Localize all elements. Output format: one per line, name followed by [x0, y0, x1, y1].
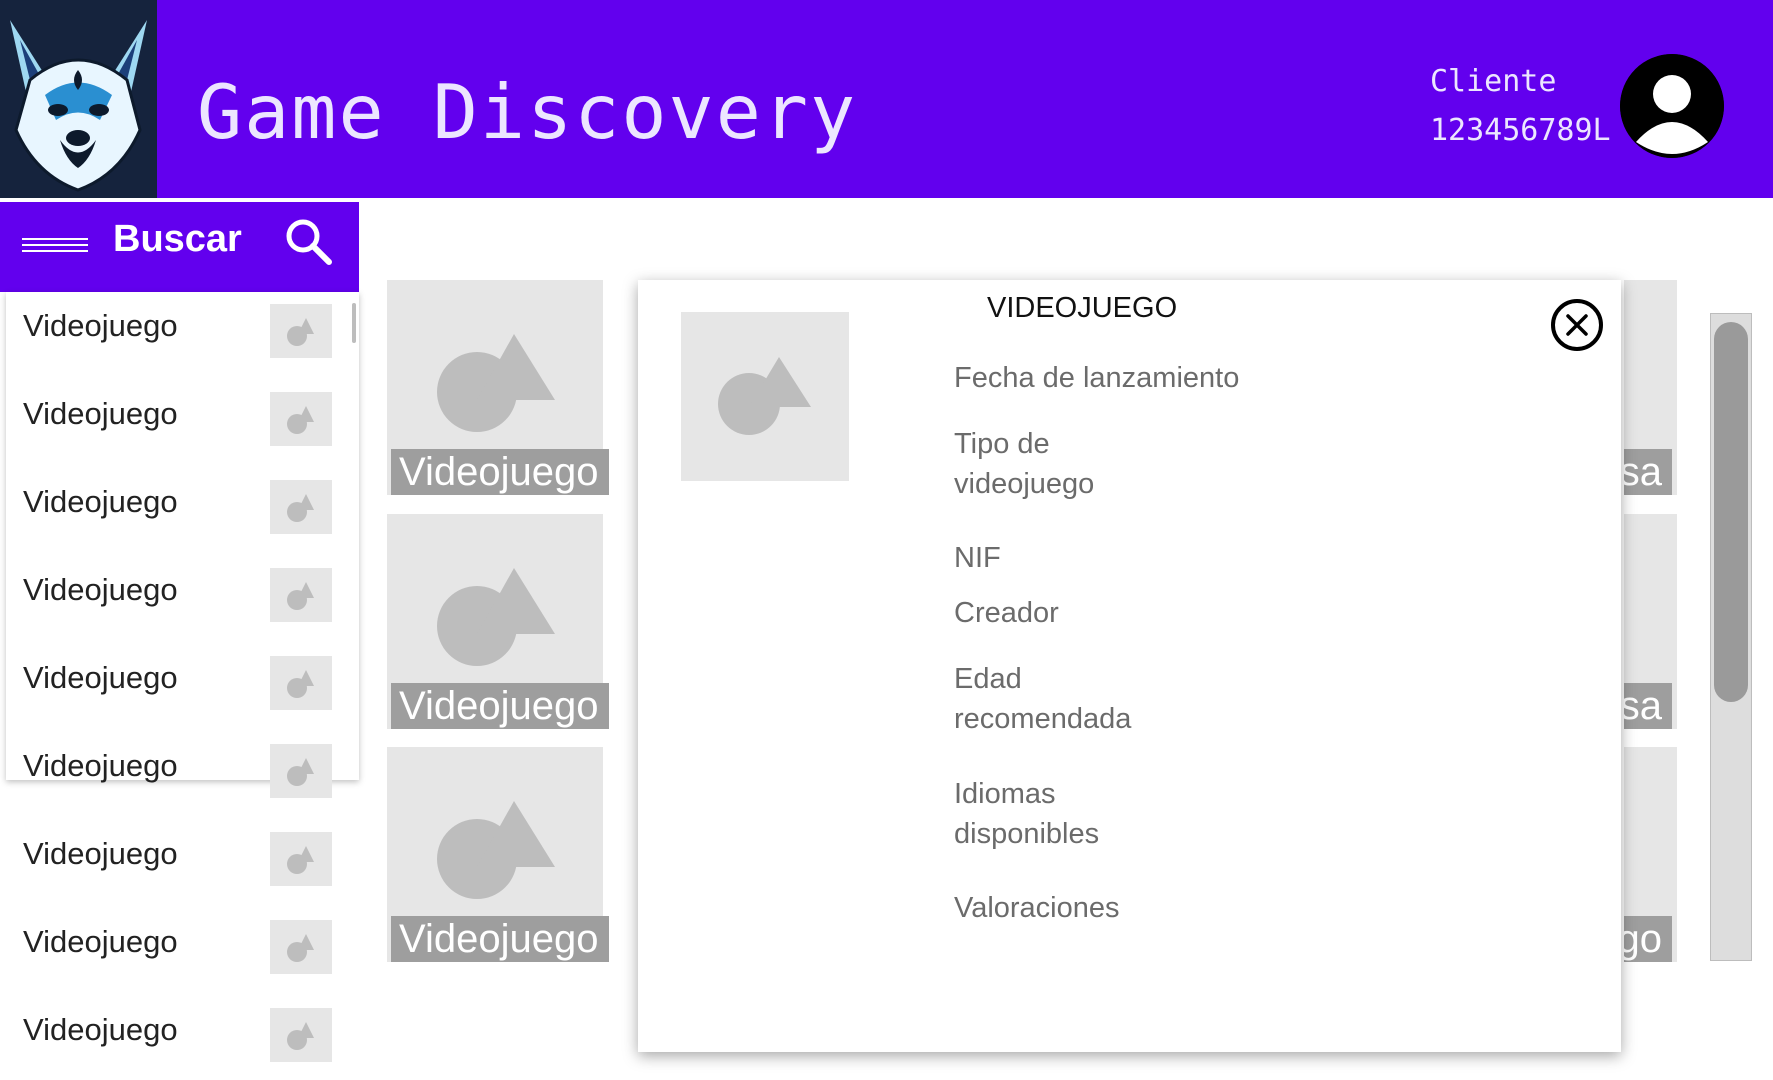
list-item[interactable]: Videojuego	[6, 648, 346, 728]
list-item[interactable]: Videojuego	[6, 296, 346, 376]
list-item[interactable]: Videojuego	[6, 1000, 346, 1080]
main-scrollbar-thumb[interactable]	[1714, 322, 1748, 702]
list-item[interactable]: Videojuego	[6, 472, 346, 552]
image-placeholder-icon	[270, 568, 332, 622]
search-icon[interactable]	[283, 216, 333, 266]
list-item-label: Videojuego	[23, 1012, 178, 1047]
field-nif: NIF	[954, 542, 1001, 574]
list-item-label: Videojuego	[23, 924, 178, 959]
field-ratings: Valoraciones	[954, 892, 1120, 924]
image-placeholder-icon	[270, 304, 332, 358]
field-release-date: Fecha de lanzamiento	[954, 362, 1240, 394]
field-game-type: Tipo de videojuego	[954, 428, 1095, 500]
menu-icon[interactable]	[22, 235, 88, 255]
field-creator: Creador	[954, 597, 1059, 629]
list-item-label: Videojuego	[23, 836, 178, 871]
image-placeholder-icon	[270, 392, 332, 446]
image-placeholder-icon	[270, 480, 332, 534]
game-card-caption: Videojuego	[391, 916, 609, 962]
field-recommended-age: Edad recomendada	[954, 663, 1132, 735]
user-avatar-icon[interactable]	[1620, 54, 1724, 158]
list-item[interactable]: Videojuego	[6, 560, 346, 640]
game-card-caption: sa	[1624, 683, 1672, 729]
close-icon[interactable]	[1550, 298, 1604, 352]
game-card[interactable]: Videojuego	[387, 280, 609, 495]
image-placeholder-icon	[270, 744, 332, 798]
image-placeholder-icon	[270, 656, 332, 710]
list-item[interactable]: Videojuego	[6, 384, 346, 464]
game-card[interactable]: Videojuego	[387, 514, 609, 729]
game-card-caption: Videojuego	[391, 683, 609, 729]
image-placeholder-icon	[270, 832, 332, 886]
list-item-label: Videojuego	[23, 396, 178, 431]
image-placeholder-icon	[270, 920, 332, 974]
game-card[interactable]: ego	[1624, 747, 1677, 962]
user-type-label: Cliente	[1430, 64, 1557, 99]
image-placeholder-icon	[681, 312, 849, 481]
list-item-label: Videojuego	[23, 572, 178, 607]
list-item[interactable]: Videojuego	[6, 912, 346, 992]
game-card-caption: Videojuego	[391, 449, 609, 495]
list-item-label: Videojuego	[23, 660, 178, 695]
game-card[interactable]: sa	[1624, 280, 1677, 495]
search-label[interactable]: Buscar	[113, 218, 242, 261]
field-languages: Idiomas disponibles	[954, 778, 1100, 850]
app-title: Game Discovery	[197, 68, 858, 156]
list-item-label: Videojuego	[23, 484, 178, 519]
game-card[interactable]: Videojuego	[387, 747, 609, 962]
sidebar-scrollbar[interactable]	[352, 303, 356, 343]
user-id-label: 123456789L	[1430, 113, 1611, 148]
husky-logo	[0, 0, 157, 198]
list-item-label: Videojuego	[23, 308, 178, 343]
list-item-label: Videojuego	[23, 748, 178, 783]
image-placeholder-icon	[270, 1008, 332, 1062]
list-item[interactable]: Videojuego	[6, 824, 346, 904]
game-card[interactable]: sa	[1624, 514, 1677, 729]
list-item[interactable]: Videojuego	[6, 736, 346, 816]
game-card-caption: ego	[1624, 916, 1672, 962]
modal-title: VIDEOJUEGO	[987, 292, 1178, 324]
game-card-caption: sa	[1624, 449, 1672, 495]
